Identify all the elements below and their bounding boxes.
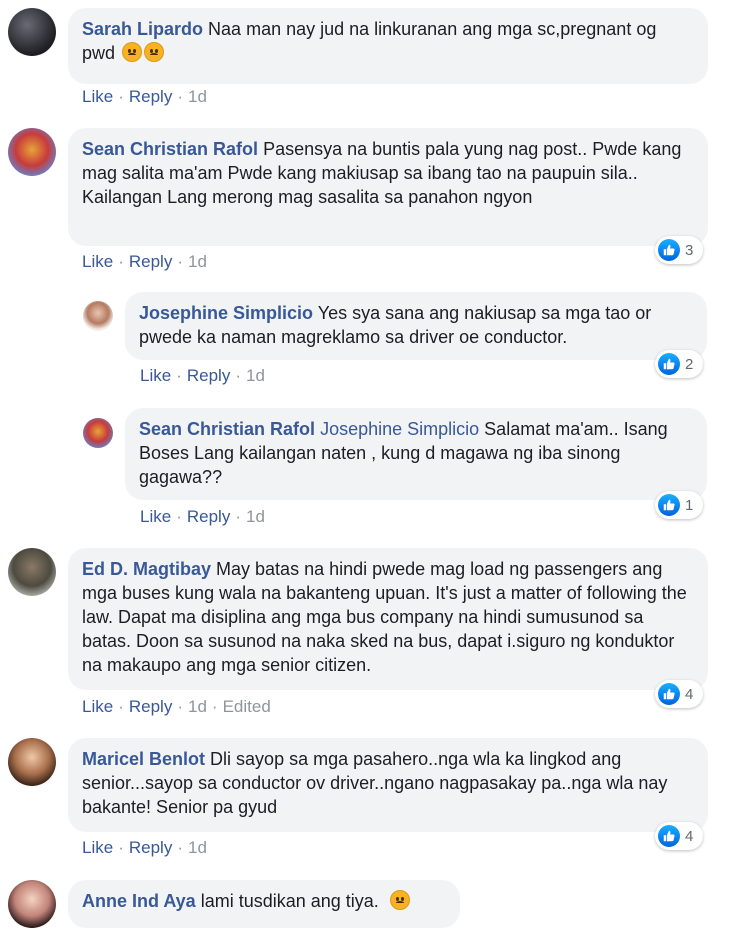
separator: · — [177, 838, 183, 857]
reaction-count[interactable]: 1 — [655, 491, 703, 519]
timestamp[interactable]: 1d — [188, 252, 207, 271]
like-button[interactable]: Like — [140, 507, 171, 526]
reaction-count[interactable]: 3 — [655, 236, 703, 264]
reaction-number: 4 — [685, 685, 694, 703]
comment-actions: Like · Reply · 1d — [140, 366, 265, 386]
like-icon — [658, 353, 680, 375]
timestamp[interactable]: 1d — [246, 507, 265, 526]
avatar[interactable] — [8, 548, 56, 596]
avatar[interactable] — [8, 880, 56, 928]
worried-face-emoji — [122, 42, 143, 62]
worried-face-emoji — [144, 42, 165, 62]
reaction-number: 4 — [685, 827, 694, 845]
reply-button[interactable]: Reply — [129, 838, 172, 857]
separator: · — [235, 366, 241, 385]
timestamp[interactable]: 1d — [188, 838, 207, 857]
like-icon — [658, 683, 680, 705]
comment-actions: Like · Reply · 1d — [82, 252, 207, 272]
comment-author[interactable]: Sean Christian Rafol — [139, 419, 315, 439]
comment-actions: Like · Reply · 1d — [82, 838, 207, 858]
avatar[interactable] — [8, 128, 56, 176]
reply-button[interactable]: Reply — [187, 366, 230, 385]
comment-author[interactable]: Maricel Benlot — [82, 749, 205, 769]
comment-author[interactable]: Anne Ind Aya — [82, 891, 196, 911]
separator: · — [176, 366, 182, 385]
reply-button[interactable]: Reply — [129, 697, 172, 716]
reply-button[interactable]: Reply — [187, 507, 230, 526]
comment-bubble: Sarah Lipardo Naa man nay jud na linkura… — [68, 8, 708, 84]
reaction-number: 3 — [685, 241, 694, 259]
comment-bubble: Maricel Benlot Dli sayop sa mga pasahero… — [68, 738, 708, 832]
like-button[interactable]: Like — [82, 697, 113, 716]
comment-bubble: Sean Christian Rafol Josephine Simplicio… — [125, 408, 707, 500]
timestamp[interactable]: 1d — [188, 87, 207, 106]
like-button[interactable]: Like — [140, 366, 171, 385]
comment-author[interactable]: Sean Christian Rafol — [82, 139, 258, 159]
comment-bubble: Josephine Simplicio Yes sya sana ang nak… — [125, 292, 707, 360]
separator: · — [176, 507, 182, 526]
comment-actions: Like · Reply · 1d · Edited — [82, 697, 271, 717]
separator: · — [177, 87, 183, 106]
avatar[interactable] — [83, 418, 113, 448]
reaction-number: 1 — [685, 496, 694, 514]
like-icon — [658, 494, 680, 516]
separator: · — [118, 697, 124, 716]
edited-label[interactable]: Edited — [223, 697, 271, 716]
comment-bubble: Sean Christian Rafol Pasensya na buntis … — [68, 128, 708, 246]
comment-bubble: Ed D. Magtibay May batas na hindi pwede … — [68, 548, 708, 690]
reaction-count[interactable]: 4 — [655, 680, 703, 708]
separator: · — [118, 838, 124, 857]
separator: · — [177, 252, 183, 271]
comment-author[interactable]: Josephine Simplicio — [139, 303, 313, 323]
separator: · — [211, 697, 218, 716]
reaction-number: 2 — [685, 355, 694, 373]
comment-author[interactable]: Sarah Lipardo — [82, 19, 203, 39]
like-button[interactable]: Like — [82, 252, 113, 271]
like-button[interactable]: Like — [82, 87, 113, 106]
reply-button[interactable]: Reply — [129, 252, 172, 271]
like-button[interactable]: Like — [82, 838, 113, 857]
avatar[interactable] — [8, 8, 56, 56]
like-icon — [658, 239, 680, 261]
avatar[interactable] — [83, 301, 113, 331]
comment-actions: Like · Reply · 1d — [82, 87, 207, 107]
timestamp[interactable]: 1d — [188, 697, 207, 716]
separator: · — [177, 697, 183, 716]
separator: · — [118, 87, 124, 106]
avatar[interactable] — [8, 738, 56, 786]
comment-text: lami tusdikan ang tiya. — [200, 891, 379, 911]
reply-button[interactable]: Reply — [129, 87, 172, 106]
comment-actions: Like · Reply · 1d — [140, 507, 265, 527]
reaction-count[interactable]: 4 — [655, 822, 703, 850]
separator: · — [118, 252, 124, 271]
timestamp[interactable]: 1d — [246, 366, 265, 385]
separator: · — [235, 507, 241, 526]
reaction-count[interactable]: 2 — [655, 350, 703, 378]
frowning-face-emoji — [389, 890, 410, 910]
like-icon — [658, 825, 680, 847]
comment-bubble: Anne Ind Aya lami tusdikan ang tiya. — [68, 880, 460, 928]
comment-author[interactable]: Ed D. Magtibay — [82, 559, 211, 579]
mention-link[interactable]: Josephine Simplicio — [320, 419, 479, 439]
